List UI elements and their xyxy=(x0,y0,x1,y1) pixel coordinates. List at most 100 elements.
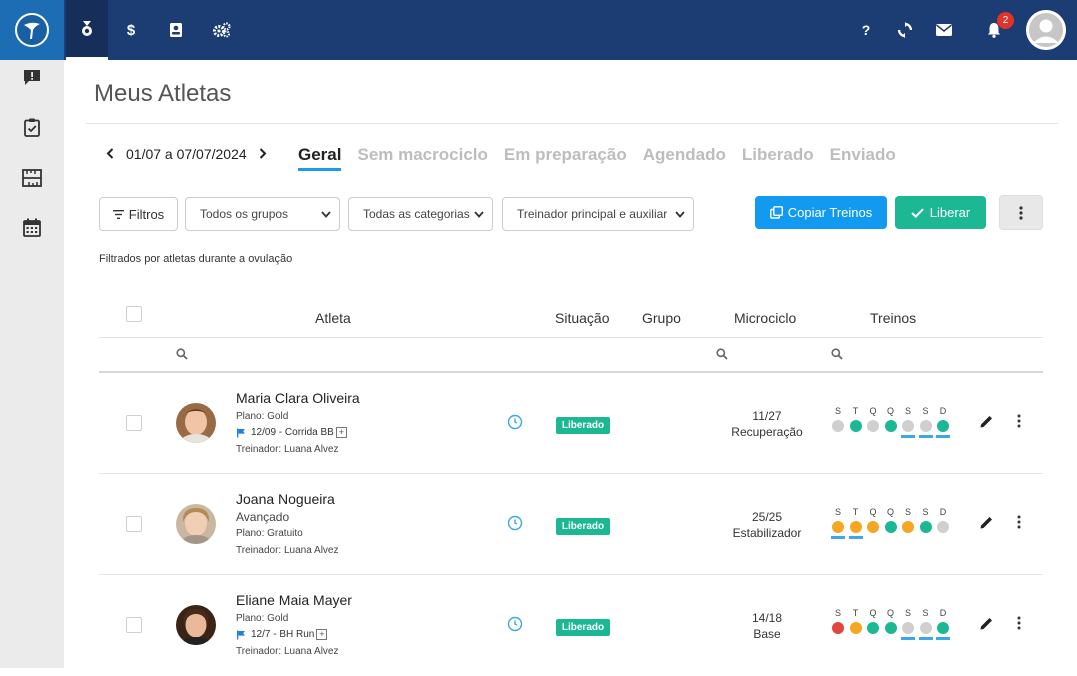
workout-dot[interactable] xyxy=(919,622,932,634)
mail-icon[interactable] xyxy=(923,0,965,60)
workout-dot[interactable] xyxy=(867,420,879,432)
day-letter: S xyxy=(922,406,929,416)
group-select[interactable]: Todos os grupos xyxy=(185,197,340,231)
workout-dot[interactable] xyxy=(919,420,932,432)
category-select[interactable]: Todas as categorias xyxy=(348,197,493,231)
workout-dot[interactable] xyxy=(884,622,897,634)
day-letter: T xyxy=(852,608,859,618)
nav-dollar-icon[interactable]: $ xyxy=(110,0,152,60)
tab-sem-macrociclo[interactable]: Sem macrociclo xyxy=(357,145,487,171)
chevron-down-icon xyxy=(474,210,484,218)
athlete-search-icon[interactable] xyxy=(176,347,188,365)
column-header-group[interactable]: Grupo xyxy=(642,310,681,326)
workout-dot[interactable] xyxy=(937,521,949,533)
athlete-photo[interactable] xyxy=(176,605,216,645)
edit-pencil-icon[interactable] xyxy=(979,414,994,434)
column-header-microcycle[interactable]: Microciclo xyxy=(734,310,796,326)
workout-dot[interactable] xyxy=(849,521,862,533)
tab-liberado[interactable]: Liberado xyxy=(742,145,814,171)
nav-gears-icon[interactable] xyxy=(201,0,243,60)
day-letter: D xyxy=(939,507,947,517)
workout-underline xyxy=(918,435,933,438)
status-badge: Liberado xyxy=(556,619,610,636)
tab-em-preparacao[interactable]: Em preparação xyxy=(504,145,627,171)
sidebar-alert-message-icon[interactable] xyxy=(0,57,64,97)
athlete-photo[interactable] xyxy=(176,403,216,443)
workout-dot[interactable] xyxy=(867,521,879,533)
row-checkbox[interactable] xyxy=(126,516,142,532)
sidebar-calendar-icon[interactable] xyxy=(0,207,64,247)
notifications-bell-icon[interactable]: 2 xyxy=(973,0,1015,60)
workout-dot[interactable] xyxy=(884,420,897,432)
workout-dot[interactable] xyxy=(902,420,914,432)
app-logo[interactable] xyxy=(0,0,64,60)
column-header-status[interactable]: Situação xyxy=(555,310,609,326)
filters-button[interactable]: Filtros xyxy=(99,197,178,231)
flag-icon xyxy=(237,428,245,437)
athlete-name[interactable]: Eliane Maia Mayer xyxy=(236,592,352,608)
workout-dot[interactable] xyxy=(832,521,844,533)
nav-contact-card-icon[interactable] xyxy=(155,0,197,60)
table-row: Eliane Maia Mayer Plano: Gold 12/7 - BH … xyxy=(99,575,1043,676)
nav-medal-icon[interactable] xyxy=(66,0,108,60)
next-week-chevron-icon[interactable] xyxy=(253,146,273,162)
edit-pencil-icon[interactable] xyxy=(979,515,994,535)
row-kebab-menu-icon[interactable] xyxy=(1017,616,1023,633)
row-checkbox[interactable] xyxy=(126,617,142,633)
title-divider xyxy=(86,123,1058,124)
coach-select[interactable]: Treinador principal e auxiliar xyxy=(502,197,694,231)
more-options-button[interactable] xyxy=(999,195,1043,230)
row-checkbox[interactable] xyxy=(126,415,142,431)
row-kebab-menu-icon[interactable] xyxy=(1017,414,1023,431)
workout-underline xyxy=(936,637,950,640)
day-letter: T xyxy=(852,507,859,517)
tab-geral[interactable]: Geral xyxy=(298,145,342,171)
workout-dot[interactable] xyxy=(832,622,844,634)
workout-dot[interactable] xyxy=(937,420,949,432)
date-range-nav: 01/07 a 07/07/2024 xyxy=(100,146,273,162)
group-select-value: Todos os grupos xyxy=(200,207,289,221)
column-header-workouts[interactable]: Treinos xyxy=(870,310,916,326)
workout-dot[interactable] xyxy=(902,622,914,634)
day-letter: S xyxy=(904,507,911,517)
add-event-plus-icon[interactable]: + xyxy=(335,427,347,438)
help-icon[interactable]: ? xyxy=(845,0,887,60)
tab-enviado[interactable]: Enviado xyxy=(830,145,896,171)
sidebar-clipboard-check-icon[interactable] xyxy=(0,107,64,147)
workout-underline xyxy=(848,536,863,539)
microcycle-search-icon[interactable] xyxy=(716,347,728,365)
sidebar-ruler-icon[interactable] xyxy=(0,158,64,198)
athlete-name[interactable]: Joana Nogueira xyxy=(236,491,335,507)
workout-dot[interactable] xyxy=(884,521,897,533)
copy-workouts-button[interactable]: Copiar Treinos xyxy=(755,196,887,229)
edit-pencil-icon[interactable] xyxy=(979,616,994,636)
check-icon xyxy=(911,208,924,218)
day-letter: Q xyxy=(886,507,894,517)
workout-dot[interactable] xyxy=(849,420,862,432)
previous-week-chevron-icon[interactable] xyxy=(100,146,120,162)
workouts-search-icon[interactable] xyxy=(831,347,843,365)
sync-icon[interactable] xyxy=(884,0,926,60)
workout-dot[interactable] xyxy=(902,521,914,533)
sidebar xyxy=(0,60,64,668)
column-header-athlete[interactable]: Atleta xyxy=(315,310,351,326)
cycle-clock-icon[interactable] xyxy=(507,414,523,435)
workout-dot[interactable] xyxy=(849,622,862,634)
row-kebab-menu-icon[interactable] xyxy=(1017,515,1023,532)
copy-workouts-label: Copiar Treinos xyxy=(787,205,873,220)
athlete-photo[interactable] xyxy=(176,504,216,544)
workout-dot[interactable] xyxy=(937,622,949,634)
workout-dot[interactable] xyxy=(919,521,932,533)
select-all-checkbox[interactable] xyxy=(126,306,142,322)
release-button[interactable]: Liberar xyxy=(895,196,986,229)
tab-agendado[interactable]: Agendado xyxy=(643,145,726,171)
workout-dot[interactable] xyxy=(832,420,844,432)
workout-dot[interactable] xyxy=(867,622,879,634)
user-avatar[interactable] xyxy=(1026,10,1066,50)
cycle-clock-icon[interactable] xyxy=(507,515,523,536)
cycle-clock-icon[interactable] xyxy=(507,616,523,637)
microcycle-name: Estabilizador xyxy=(732,526,802,540)
add-event-plus-icon[interactable]: + xyxy=(316,629,328,640)
athlete-name[interactable]: Maria Clara Oliveira xyxy=(236,390,360,406)
workout-underline xyxy=(918,637,933,640)
